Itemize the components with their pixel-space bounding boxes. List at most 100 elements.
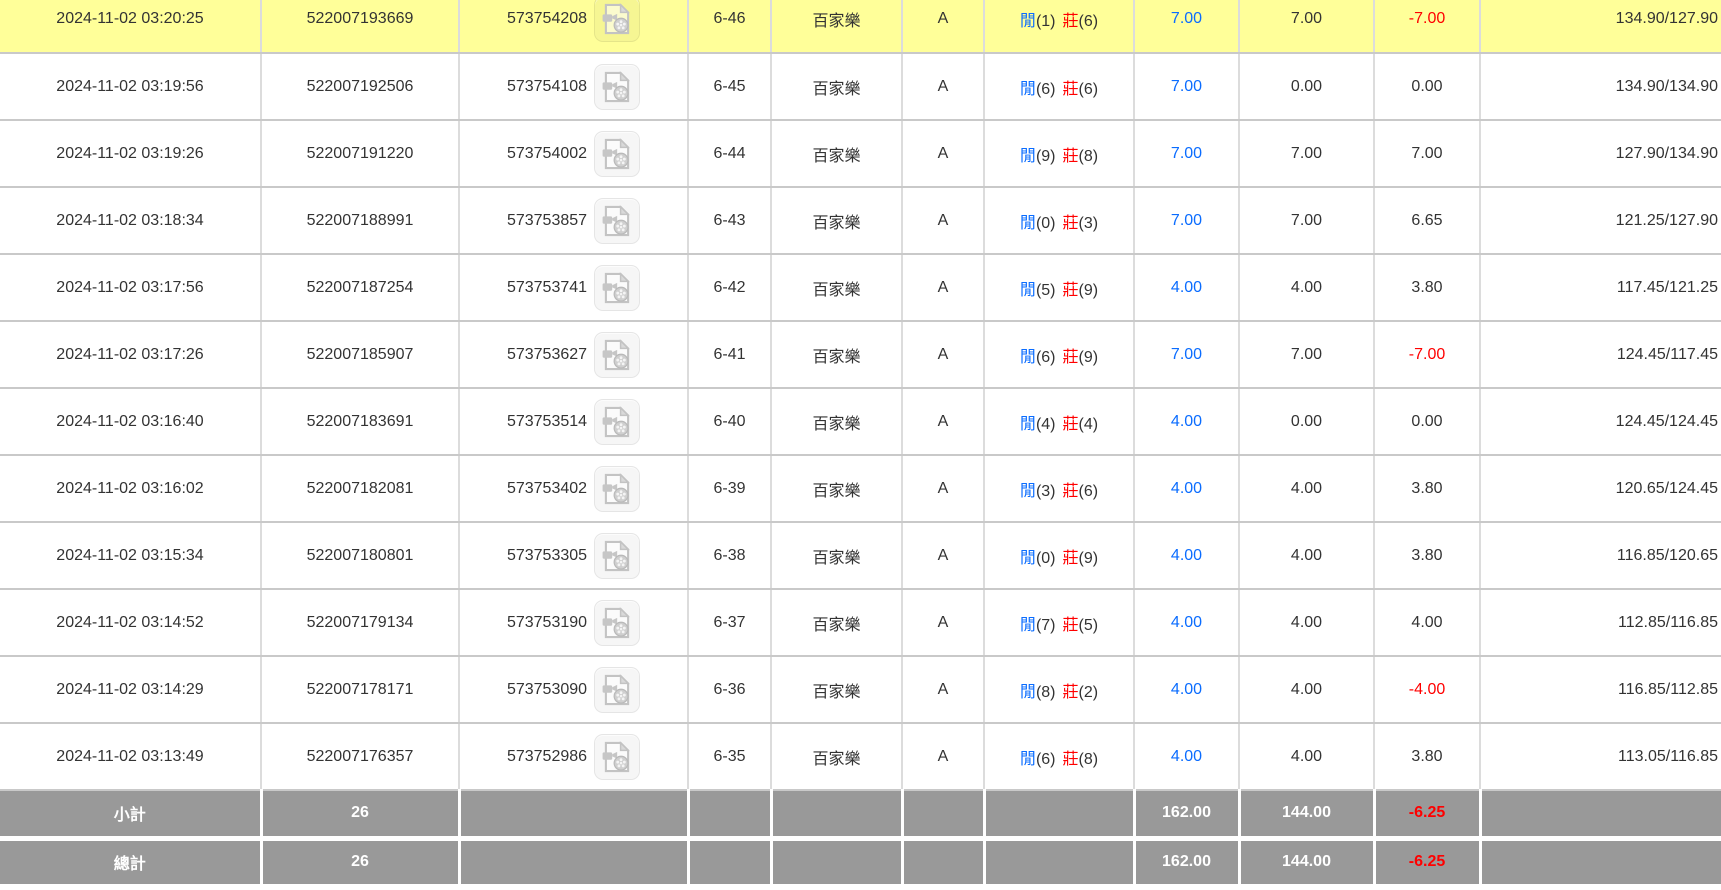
empty-cell <box>459 838 690 889</box>
valid-bet: 7.00 <box>1239 0 1375 54</box>
round-id-cell: 573753627 <box>459 321 689 389</box>
round-cell: 573753305 <box>460 532 686 579</box>
table-code: A <box>902 455 985 523</box>
round-cell: 573753190 <box>460 599 686 646</box>
round-id-cell: 573752986 <box>459 723 689 791</box>
round-id: 573753190 <box>506 613 588 631</box>
bet-amount: 4.00 <box>1134 589 1240 657</box>
game-name: 百家樂 <box>771 656 903 724</box>
bet-time: 2024-11-02 03:16:02 <box>0 455 262 523</box>
table-row: 2024-11-02 03:18:34 522007188991 5737538… <box>0 187 1721 255</box>
banker-label: 莊 <box>1062 13 1079 30</box>
bet-time: 2024-11-02 03:17:26 <box>0 321 262 389</box>
banker-label: 莊 <box>1062 616 1079 634</box>
bet-amount: 7.00 <box>1134 321 1240 389</box>
round-no: 6-36 <box>688 656 772 724</box>
round-id-cell: 573754208 <box>459 0 689 54</box>
video-file-icon[interactable] <box>594 398 641 445</box>
game-result: 閒(6) 莊(9) <box>984 321 1135 389</box>
table-code: A <box>902 589 985 657</box>
round-id: 573753305 <box>506 546 588 564</box>
summary-net: -6.25 <box>1374 838 1482 889</box>
banker-score: (6) <box>1078 482 1099 500</box>
banker-score: (6) <box>1078 13 1099 30</box>
round-id: 573753857 <box>506 211 588 229</box>
player-label: 閒 <box>1019 281 1036 299</box>
valid-bet: 4.00 <box>1239 522 1375 590</box>
game-name: 百家樂 <box>771 388 903 456</box>
video-file-icon[interactable] <box>594 465 641 512</box>
win-loss: 0.00 <box>1374 388 1481 456</box>
empty-cell <box>984 838 1136 889</box>
video-file-icon[interactable] <box>594 599 641 646</box>
total-count: 26 <box>261 838 461 889</box>
round-no: 6-35 <box>688 723 772 791</box>
round-id: 573753741 <box>506 278 588 296</box>
video-file-icon[interactable] <box>594 197 641 244</box>
valid-bet: 0.00 <box>1239 53 1375 121</box>
subtotal-label: 小計 <box>0 790 263 841</box>
win-loss: 3.80 <box>1374 455 1481 523</box>
video-file-icon[interactable] <box>594 63 641 110</box>
banker-label: 莊 <box>1062 750 1079 768</box>
order-id: 522007188991 <box>261 187 460 255</box>
round-cell: 573753402 <box>460 465 686 512</box>
round-cell: 573754208 <box>460 0 686 42</box>
win-loss: -7.00 <box>1374 321 1481 389</box>
video-file-icon[interactable] <box>594 733 641 780</box>
round-id-cell: 573753514 <box>459 388 689 456</box>
game-name: 百家樂 <box>771 455 903 523</box>
round-no: 6-39 <box>688 455 772 523</box>
banker-score: (8) <box>1078 750 1099 768</box>
bet-amount: 7.00 <box>1134 187 1240 255</box>
round-cell: 573753514 <box>460 398 686 445</box>
video-file-icon[interactable] <box>594 264 641 311</box>
bet-time: 2024-11-02 03:17:56 <box>0 254 262 322</box>
video-file-icon[interactable] <box>594 666 641 713</box>
round-id-cell: 573753741 <box>459 254 689 322</box>
game-name: 百家樂 <box>771 120 903 188</box>
player-score: (5) <box>1035 281 1056 299</box>
table-row: 2024-11-02 03:19:26 522007191220 5737540… <box>0 120 1721 188</box>
round-id-cell: 573754108 <box>459 53 689 121</box>
player-score: (9) <box>1035 147 1056 165</box>
player-label: 閒 <box>1019 482 1036 500</box>
banker-label: 莊 <box>1062 147 1079 165</box>
table-row: 2024-11-02 03:17:26 522007185907 5737536… <box>0 321 1721 389</box>
player-label: 閒 <box>1019 683 1036 701</box>
order-id: 522007185907 <box>261 321 460 389</box>
empty-cell <box>902 790 986 841</box>
empty-cell <box>984 790 1136 841</box>
order-id: 522007183691 <box>261 388 460 456</box>
banker-score: (3) <box>1078 214 1099 232</box>
video-file-icon[interactable] <box>594 130 641 177</box>
game-name: 百家樂 <box>771 522 903 590</box>
bet-time: 2024-11-02 03:20:25 <box>0 0 262 54</box>
banker-label: 莊 <box>1062 214 1079 232</box>
total-valid-bet: 144.00 <box>1239 838 1376 889</box>
player-label: 閒 <box>1019 415 1036 433</box>
valid-bet: 4.00 <box>1239 254 1375 322</box>
player-score: (3) <box>1035 482 1056 500</box>
video-file-icon[interactable] <box>594 532 641 579</box>
bet-time: 2024-11-02 03:15:34 <box>0 522 262 590</box>
round-no: 6-43 <box>688 187 772 255</box>
empty-cell <box>688 838 773 889</box>
player-label: 閒 <box>1019 549 1036 567</box>
round-cell: 573754002 <box>460 130 686 177</box>
table-code: A <box>902 723 985 791</box>
video-file-icon[interactable] <box>594 331 641 378</box>
round-id: 573752986 <box>506 747 588 765</box>
bet-table-body: 2024-11-02 03:20:25 522007193669 5737542… <box>0 0 1721 791</box>
empty-cell <box>688 790 773 841</box>
empty-cell <box>902 838 986 889</box>
banker-label: 莊 <box>1062 281 1079 299</box>
game-name: 百家樂 <box>771 589 903 657</box>
player-label: 閒 <box>1019 348 1036 366</box>
video-file-icon[interactable] <box>594 0 641 42</box>
order-id: 522007187254 <box>261 254 460 322</box>
balance: 112.85/116.85 <box>1480 589 1721 657</box>
banker-label: 莊 <box>1062 683 1079 701</box>
player-score: (0) <box>1035 549 1056 567</box>
order-id: 522007191220 <box>261 120 460 188</box>
